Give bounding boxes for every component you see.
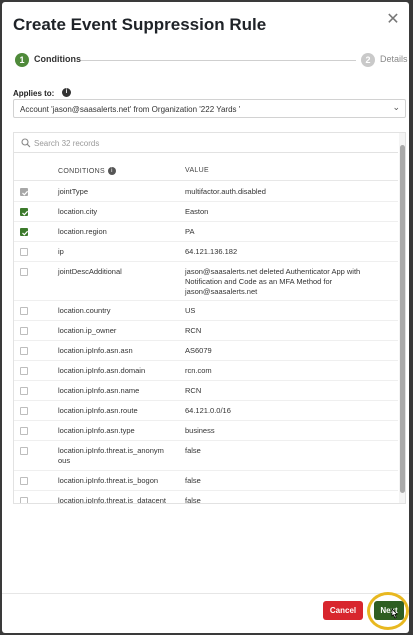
table-row[interactable]: location.ipInfo.threat.is_datacenter fals…: [14, 491, 398, 504]
close-icon[interactable]: ✕: [385, 12, 401, 28]
condition-cell: location.ip_owner: [58, 326, 117, 335]
table-row[interactable]: jointType multifactor.auth.disabled: [14, 182, 398, 202]
row-checkbox[interactable]: [20, 268, 28, 276]
table-header: CONDITIONS i VALUE: [14, 159, 398, 181]
search-input[interactable]: [34, 136, 384, 150]
info-icon: i: [107, 167, 116, 175]
value-cell: PA: [185, 227, 195, 236]
row-checkbox[interactable]: [20, 248, 28, 256]
row-checkbox[interactable]: [20, 208, 29, 216]
value-cell: false: [185, 476, 201, 485]
chevron-down-icon: ⌄: [392, 102, 400, 112]
applies-to-value: Account 'jason@saasalerts.net' from Orga…: [20, 105, 241, 114]
row-checkbox[interactable]: [20, 387, 28, 395]
row-checkbox[interactable]: [20, 367, 28, 375]
table-row[interactable]: location.country US: [14, 301, 398, 321]
conditions-header-label: CONDITIONS: [58, 167, 105, 175]
value-cell: AS6079: [185, 346, 212, 355]
row-checkbox[interactable]: [20, 327, 28, 335]
event-suppression-modal: Create Event Suppression Rule ✕ 1 Condit…: [2, 2, 409, 633]
stepper: 1 Conditions 2 Details: [15, 53, 408, 69]
condition-cell: location.ipInfo.threat.is_anonymous: [58, 446, 164, 465]
row-checkbox[interactable]: [20, 447, 28, 455]
footer-divider: [2, 593, 409, 594]
column-header-conditions: CONDITIONS i: [58, 167, 116, 175]
modal-title: Create Event Suppression Rule: [13, 15, 267, 34]
row-checkbox[interactable]: [20, 347, 28, 355]
value-cell: 64.121.136.182: [185, 247, 238, 256]
condition-cell: location.ipInfo.asn.route: [58, 406, 138, 415]
cancel-button[interactable]: Cancel: [323, 601, 363, 620]
search-icon: [21, 138, 31, 148]
table-row[interactable]: location.ipInfo.asn.type business: [14, 421, 398, 441]
table-row[interactable]: ip 64.121.136.182: [14, 242, 398, 262]
step-2-indicator: 2: [361, 53, 375, 67]
applies-to-label: Applies to:: [13, 89, 55, 98]
condition-cell: location.ipInfo.asn.type: [58, 426, 135, 435]
condition-cell: ip: [58, 247, 64, 256]
step-1-label: Conditions: [34, 54, 81, 64]
row-checkbox[interactable]: [20, 427, 28, 435]
table-row[interactable]: location.ipInfo.asn.domain rcn.com: [14, 361, 398, 381]
mouse-cursor-icon: [391, 608, 398, 619]
table-row[interactable]: location.ip_owner RCN: [14, 321, 398, 341]
stepper-connector: [81, 60, 356, 61]
condition-cell: location.city: [58, 207, 98, 216]
table-row[interactable]: location.ipInfo.threat.is_anonymous false: [14, 441, 398, 471]
checkmark-icon: [22, 230, 29, 236]
checkmark-icon: [22, 210, 29, 216]
row-checkbox[interactable]: [20, 477, 28, 485]
step-2-label: Details: [380, 54, 408, 64]
condition-cell: location.ipInfo.asn.asn: [58, 346, 133, 355]
value-cell: RCN: [185, 386, 202, 395]
value-cell: false: [185, 496, 201, 504]
value-cell: 64.121.0.0/16: [185, 406, 231, 415]
value-cell: false: [185, 446, 201, 455]
condition-cell: location.ipInfo.threat.is_bogon: [58, 476, 159, 485]
applies-to-select[interactable]: Account 'jason@saasalerts.net' from Orga…: [13, 99, 406, 118]
row-checkbox[interactable]: [20, 307, 28, 315]
value-cell: business: [185, 426, 215, 435]
scrollbar-thumb[interactable]: [400, 145, 405, 493]
table-row[interactable]: location.region PA: [14, 222, 398, 242]
table-row[interactable]: location.ipInfo.asn.route 64.121.0.0/16: [14, 401, 398, 421]
table-row[interactable]: jointDescAdditional jason@saasalerts.net …: [14, 262, 398, 301]
condition-cell: location.ipInfo.asn.name: [58, 386, 140, 395]
screen-frame: Create Event Suppression Rule ✕ 1 Condit…: [0, 0, 413, 635]
checkmark-icon: [22, 190, 29, 196]
condition-cell: jointDescAdditional: [58, 267, 122, 276]
row-checkbox[interactable]: [20, 497, 28, 503]
row-checkbox[interactable]: [20, 407, 28, 415]
value-cell: Easton: [185, 207, 209, 216]
value-cell: RCN: [185, 326, 202, 335]
condition-cell: jointType: [58, 187, 89, 196]
value-cell: jason@saasalerts.net deleted Authenticat…: [185, 267, 361, 296]
table-row[interactable]: location.city Easton: [14, 202, 398, 222]
value-cell: rcn.com: [185, 366, 212, 375]
condition-cell: location.country: [58, 306, 111, 315]
row-checkbox[interactable]: [20, 228, 29, 236]
table-body: jointType multifactor.auth.disabled locati…: [14, 182, 398, 504]
condition-cell: location.ipInfo.threat.is_datacenter: [58, 496, 166, 504]
table-row[interactable]: location.ipInfo.asn.name RCN: [14, 381, 398, 401]
table-row[interactable]: location.ipInfo.threat.is_bogon false: [14, 471, 398, 491]
row-checkbox: [20, 188, 29, 196]
value-cell: multifactor.auth.disabled: [185, 187, 266, 196]
column-header-value: VALUE: [185, 167, 209, 174]
info-icon: i: [62, 88, 71, 97]
condition-cell: location.ipInfo.asn.domain: [58, 366, 146, 375]
table-row[interactable]: location.ipInfo.asn.asn AS6079: [14, 341, 398, 361]
step-1-indicator: 1: [15, 53, 29, 67]
conditions-table: CONDITIONSi VALUE jointType multifactor.a…: [13, 132, 406, 504]
value-cell: US: [185, 306, 196, 315]
table-search: [14, 133, 398, 153]
condition-cell: location.region: [58, 227, 107, 236]
